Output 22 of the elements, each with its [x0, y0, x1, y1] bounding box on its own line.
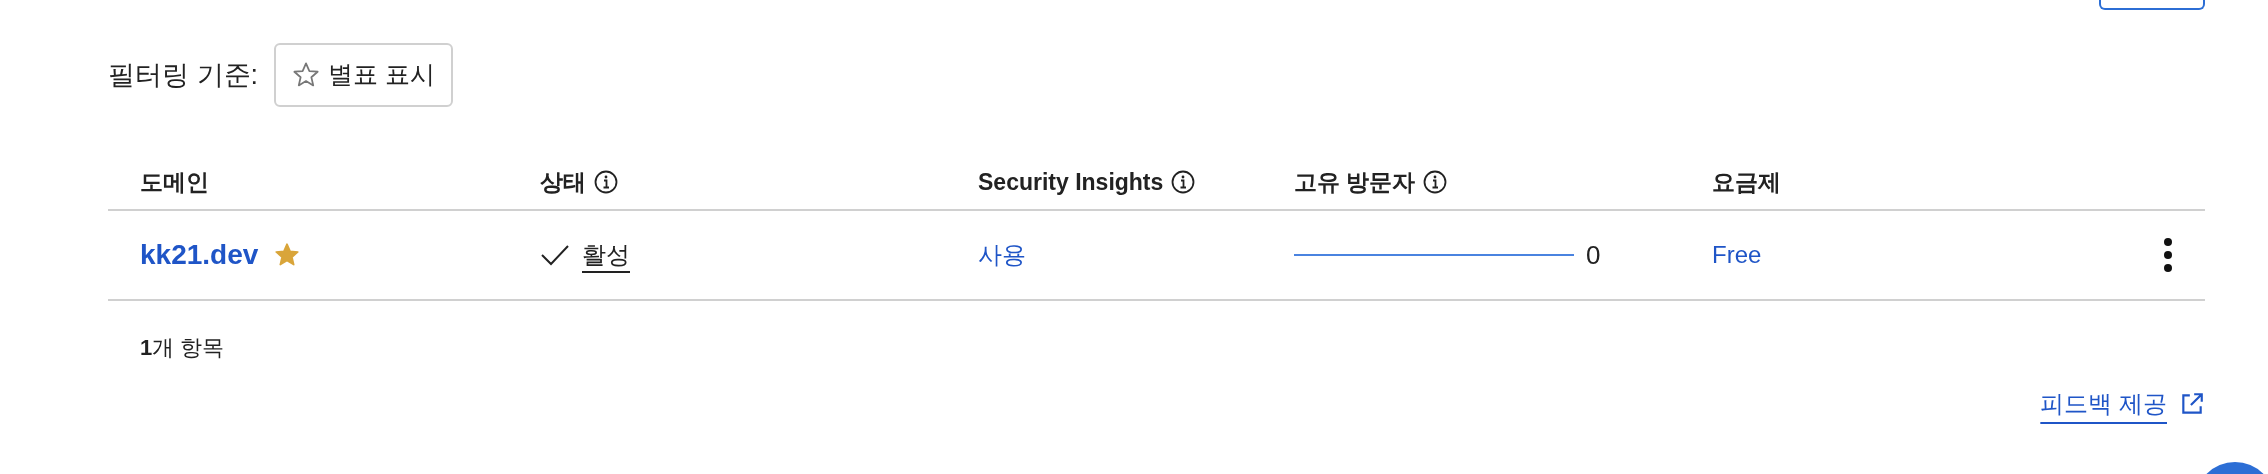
filter-label: 필터링 기준:	[108, 58, 258, 92]
feedback-link[interactable]: 피드백 제공	[2040, 386, 2167, 422]
button-edge[interactable]	[2099, 0, 2205, 10]
status-text[interactable]: 활성	[582, 237, 630, 273]
info-icon[interactable]	[1171, 170, 1196, 194]
column-header: 상태	[540, 167, 586, 197]
star-icon[interactable]	[274, 242, 301, 268]
info-icon[interactable]	[594, 170, 618, 194]
star-icon	[292, 61, 320, 89]
more-options-icon[interactable]	[2163, 237, 2173, 273]
info-icon[interactable]	[1423, 170, 1448, 194]
item-count: 1개 항목	[140, 335, 225, 360]
plan-link[interactable]: Free	[1712, 241, 1762, 268]
visitor-count: 0	[1586, 238, 1601, 272]
column-header: 도메인	[140, 167, 209, 197]
external-link-icon	[2179, 391, 2205, 417]
column-header: Security Insights	[978, 167, 1164, 197]
domain-link[interactable]: kk21.dev	[140, 234, 259, 276]
column-header: 요금제	[1712, 167, 1781, 197]
security-insights-link[interactable]: 사용	[978, 241, 1026, 268]
column-header: 고유 방문자	[1294, 167, 1416, 197]
starred-filter-button[interactable]: 별표 표시	[274, 43, 453, 107]
